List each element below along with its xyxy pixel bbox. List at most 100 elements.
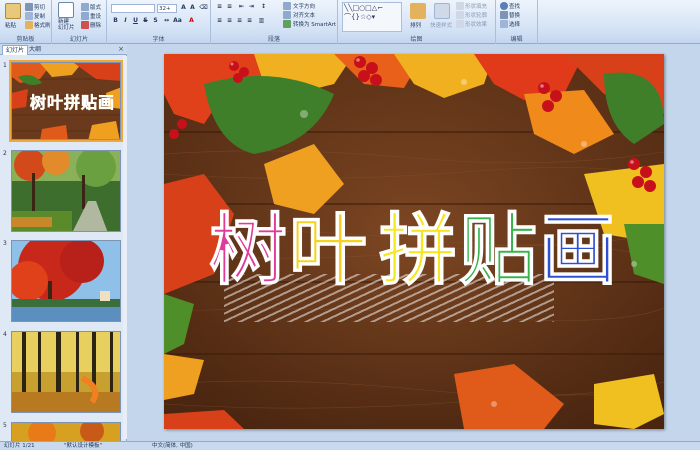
align-right-icon[interactable]: ≡ bbox=[235, 17, 244, 25]
slide-title[interactable]: 树叶 拼贴画 bbox=[164, 205, 664, 296]
columns-icon[interactable]: ▥ bbox=[257, 17, 266, 25]
format-painter-icon[interactable] bbox=[25, 21, 33, 29]
quick-styles-icon[interactable] bbox=[434, 3, 450, 19]
format-painter-button[interactable]: 格式刷 bbox=[34, 21, 51, 29]
line-spacing-icon[interactable]: ↕ bbox=[259, 3, 268, 11]
new-slide-button[interactable]: 新建 幻灯片 bbox=[58, 19, 75, 31]
shape-outline-icon[interactable] bbox=[456, 11, 464, 19]
strikethrough-icon[interactable]: S bbox=[141, 17, 150, 25]
slide-thumbnail-5[interactable] bbox=[11, 422, 121, 441]
grow-font-icon[interactable]: A bbox=[179, 4, 188, 12]
group-label: 段落 bbox=[267, 36, 280, 43]
shadow-icon[interactable]: S bbox=[151, 17, 160, 25]
slide-thumbnail-1[interactable]: 树叶拼贴画 bbox=[9, 60, 123, 142]
shape-effects-button[interactable]: 形状效果 bbox=[465, 20, 487, 28]
reset-button[interactable]: 重设 bbox=[90, 12, 101, 20]
delete-icon[interactable] bbox=[81, 21, 89, 29]
tab-slides[interactable]: 幻灯片 bbox=[2, 45, 29, 55]
status-bar: 幻灯片 1/21 "默认设计模板" 中文(简体, 中国) bbox=[0, 441, 700, 449]
reset-icon[interactable] bbox=[81, 12, 89, 20]
font-name-combo[interactable] bbox=[111, 4, 155, 13]
shapes-gallery[interactable]: ╲╲□○□△⌐ ⌒{}☆◇▾ bbox=[342, 2, 402, 32]
slides-scrollbar[interactable] bbox=[123, 56, 127, 439]
underline-icon[interactable]: U bbox=[131, 17, 140, 25]
arrange-icon[interactable] bbox=[410, 3, 426, 19]
ribbon: 粘贴 剪切 复制 格式刷 剪贴板 新建 幻灯片 版式 重设 删除 幻灯片 32+… bbox=[0, 0, 700, 44]
text-direction-icon[interactable] bbox=[283, 2, 291, 10]
align-left-icon[interactable]: ≡ bbox=[215, 17, 224, 25]
smartart-icon[interactable] bbox=[283, 20, 291, 28]
decrease-indent-icon[interactable]: ⇤ bbox=[237, 3, 246, 11]
numbering-icon[interactable]: ≡ bbox=[225, 3, 234, 11]
title-char: 树 bbox=[208, 205, 289, 296]
shrink-font-icon[interactable]: A bbox=[188, 4, 197, 12]
delete-button[interactable]: 删除 bbox=[90, 21, 101, 29]
shape-fill-icon[interactable] bbox=[456, 2, 464, 10]
group-label: 幻灯片 bbox=[69, 36, 88, 43]
slide-number: 4 bbox=[3, 331, 7, 338]
group-label: 绘图 bbox=[410, 36, 423, 43]
shape-fill-button[interactable]: 形状填充 bbox=[465, 2, 487, 10]
layout-icon[interactable] bbox=[81, 3, 89, 11]
more-shapes-icon[interactable]: ▾ bbox=[372, 13, 376, 21]
smartart-button[interactable]: 转换为 SmartArt bbox=[293, 20, 336, 28]
rect2-shape-icon[interactable]: □ bbox=[365, 4, 372, 12]
shape-outline-button[interactable]: 形状轮廓 bbox=[465, 11, 487, 19]
thumb5-image bbox=[12, 423, 120, 441]
paste-button[interactable]: 粘贴 bbox=[5, 21, 16, 29]
find-button[interactable]: 查找 bbox=[509, 2, 520, 10]
font-size-value: 32+ bbox=[159, 6, 171, 12]
slide-thumbnail-2[interactable] bbox=[11, 150, 121, 232]
current-slide[interactable]: 树叶 拼贴画 bbox=[164, 54, 664, 429]
thumb1-title: 树叶拼贴画 bbox=[30, 93, 116, 113]
layout-button[interactable]: 版式 bbox=[90, 3, 101, 11]
curve-shape-icon[interactable]: ⌒ bbox=[344, 13, 351, 21]
paste-icon[interactable] bbox=[5, 3, 21, 19]
slide-number: 3 bbox=[3, 240, 7, 247]
group-font: 32+ A A ⌫ B I U S S ↔ Aa A 字体 bbox=[107, 0, 211, 44]
justify-icon[interactable]: ≡ bbox=[245, 17, 254, 25]
italic-icon[interactable]: I bbox=[121, 17, 130, 25]
quick-styles-button[interactable]: 快速样式 bbox=[430, 21, 452, 29]
group-paragraph: ≡ ≡ ⇤ ⇥ ↕ ≡ ≡ ≡ ≡ ▥ 文字方向 对齐文本 转换为 SmartA… bbox=[211, 0, 338, 44]
shape-effects-icon[interactable] bbox=[456, 20, 464, 28]
slide-number: 5 bbox=[3, 422, 7, 429]
replace-icon[interactable] bbox=[500, 11, 508, 19]
select-icon[interactable] bbox=[500, 20, 508, 28]
group-editing: 查找 替换 选择 编辑 bbox=[496, 0, 538, 44]
cut-icon[interactable] bbox=[25, 3, 33, 11]
slide-thumbnail-3[interactable] bbox=[11, 240, 121, 322]
slide-thumbnail-4[interactable] bbox=[11, 331, 121, 413]
new-slide-icon[interactable] bbox=[58, 2, 74, 18]
font-color-icon[interactable]: A bbox=[187, 17, 196, 25]
align-center-icon[interactable]: ≡ bbox=[225, 17, 234, 25]
group-label: 字体 bbox=[152, 36, 165, 43]
copy-icon[interactable] bbox=[25, 12, 33, 20]
tab-outline[interactable]: 大纲 bbox=[26, 45, 44, 55]
bullets-icon[interactable]: ≡ bbox=[215, 3, 224, 11]
title-char: 贴 bbox=[458, 205, 540, 296]
copy-button[interactable]: 复制 bbox=[34, 12, 45, 20]
font-size-combo[interactable]: 32+ bbox=[157, 4, 177, 13]
group-clipboard: 粘贴 剪切 复制 格式刷 剪贴板 bbox=[0, 0, 52, 44]
increase-indent-icon[interactable]: ⇥ bbox=[247, 3, 256, 11]
group-drawing: ╲╲□○□△⌐ ⌒{}☆◇▾ 排列 快速样式 形状填充 形状轮廓 形状效果 绘图 bbox=[338, 0, 496, 44]
angle-shape-icon[interactable]: ⌐ bbox=[377, 4, 383, 12]
close-pane-icon[interactable]: × bbox=[118, 45, 124, 53]
find-icon[interactable] bbox=[500, 2, 508, 10]
cut-button[interactable]: 剪切 bbox=[34, 3, 45, 11]
thumb2-image bbox=[12, 151, 120, 231]
select-button[interactable]: 选择 bbox=[509, 20, 520, 28]
change-case-icon[interactable]: Aa bbox=[173, 17, 182, 25]
thumb4-image bbox=[12, 332, 120, 412]
group-slides: 新建 幻灯片 版式 重设 删除 幻灯片 bbox=[52, 0, 107, 44]
text-direction-button[interactable]: 文字方向 bbox=[293, 2, 315, 10]
align-text-button[interactable]: 对齐文本 bbox=[293, 11, 315, 19]
thumb3-image bbox=[12, 241, 120, 321]
arrange-button[interactable]: 排列 bbox=[410, 21, 421, 29]
align-text-icon[interactable] bbox=[283, 11, 291, 19]
spacing-icon[interactable]: ↔ bbox=[162, 17, 171, 25]
replace-button[interactable]: 替换 bbox=[509, 11, 520, 19]
bold-icon[interactable]: B bbox=[111, 17, 120, 25]
clear-format-icon[interactable]: ⌫ bbox=[199, 4, 208, 12]
